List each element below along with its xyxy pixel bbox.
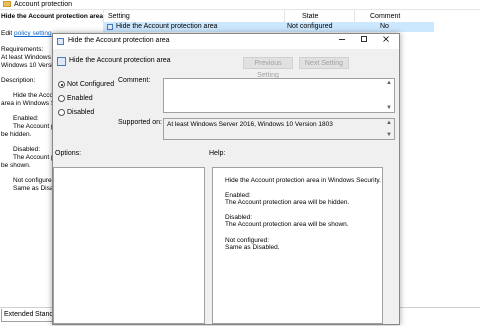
policy-setting-icon	[107, 24, 113, 30]
help-disabled-label: Disabled:	[225, 214, 253, 221]
disabled-line: The Account p	[13, 154, 55, 161]
background-window-title: Account protection	[14, 1, 72, 8]
not-configured-label: Not configured	[13, 177, 56, 184]
radio-enabled[interactable]	[58, 95, 65, 102]
enabled-label: Enabled:	[13, 115, 39, 122]
scroll-up-arrow[interactable]: ▲	[385, 119, 393, 127]
disabled-label: Disabled:	[13, 146, 41, 153]
next-setting-button[interactable]: Next Setting	[299, 57, 349, 69]
row-setting-name: Hide the Account protection area	[116, 23, 218, 30]
close-icon	[383, 36, 389, 42]
help-text-line: Hide the Account protection area in Wind…	[225, 177, 381, 184]
minimize-button[interactable]	[331, 34, 353, 49]
radio-label[interactable]: Enabled	[67, 95, 93, 102]
options-label: Options:	[55, 150, 82, 157]
disabled-line: be shown.	[1, 162, 31, 169]
help-enabled-label: Enabled:	[225, 192, 251, 199]
policy-icon	[57, 38, 64, 45]
policy-header-title: Hide the Account protection area	[69, 57, 171, 64]
previous-setting-button[interactable]: Previous Setting	[243, 57, 293, 79]
row-state: Not configured	[287, 23, 333, 30]
folder-icon	[3, 1, 11, 7]
close-button[interactable]	[375, 34, 397, 49]
column-header-state[interactable]: State	[302, 13, 318, 20]
edit-policy-setting-link[interactable]: policy setting	[14, 30, 52, 37]
help-not-configured-label: Not configured:	[225, 237, 270, 244]
scroll-up-arrow[interactable]: ▲	[385, 79, 393, 87]
radio-label[interactable]: Disabled	[67, 109, 94, 116]
maximize-icon	[361, 36, 367, 42]
column-header-comment[interactable]: Comment	[370, 13, 400, 20]
enabled-line: be hidden.	[1, 131, 32, 138]
help-not-configured-text: Same as Disabled.	[225, 244, 280, 251]
minimize-icon	[339, 39, 345, 40]
description-line: Hide the Accou	[13, 92, 57, 99]
supported-on-label: Supported on:	[118, 119, 162, 126]
policy-header-icon	[57, 57, 66, 66]
dialog-title: Hide the Account protection area	[68, 37, 170, 44]
edit-policy-line: Edit policy setting	[1, 30, 52, 37]
scroll-down-arrow[interactable]: ▼	[385, 104, 393, 112]
maximize-button[interactable]	[353, 34, 375, 49]
radio-label[interactable]: Not Configured	[67, 81, 114, 88]
help-disabled-text: The Account protection area will be show…	[225, 221, 349, 228]
row-comment: No	[380, 23, 389, 30]
column-header-setting[interactable]: Setting	[108, 13, 130, 20]
requirements-label: Requirements:	[1, 46, 44, 53]
options-panel	[53, 167, 205, 324]
scroll-down-arrow[interactable]: ▼	[385, 131, 393, 139]
radio-not-configured[interactable]	[58, 81, 65, 88]
supported-on-value: At least Windows Server 2016, Windows 10…	[167, 121, 333, 128]
description-label: Description:	[1, 77, 36, 84]
supported-on-field: At least Windows Server 2016, Windows 10…	[163, 118, 395, 140]
tab-extended[interactable]: Extended	[1, 309, 37, 322]
policy-heading: Hide the Account protection area	[1, 13, 103, 20]
background-titlebar	[0, 0, 480, 10]
help-panel: Hide the Account protection area in Wind…	[212, 167, 383, 324]
help-enabled-text: The Account protection area will be hidd…	[225, 199, 350, 206]
policy-dialog: Hide the Account protection area Hide th…	[52, 33, 400, 325]
enabled-line: The Account p	[13, 123, 55, 130]
help-label: Help:	[209, 150, 226, 157]
radio-disabled[interactable]	[58, 109, 65, 116]
comment-textarea[interactable]: ▲ ▼	[163, 78, 395, 113]
description-line: area in Windows S	[1, 100, 56, 107]
comment-label: Comment:	[118, 77, 151, 84]
